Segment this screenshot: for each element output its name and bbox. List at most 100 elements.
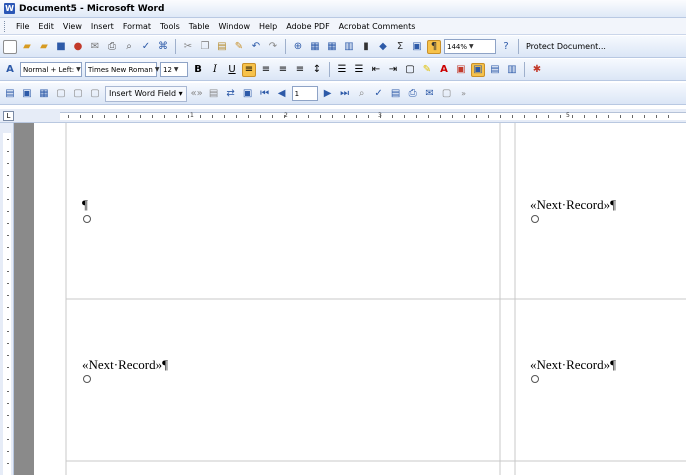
paste-icon[interactable]: ▤ [215,40,229,54]
border-icon[interactable]: ▢ [403,63,417,77]
next-record-icon[interactable]: ▶ [321,87,335,101]
highlight-icon[interactable]: ✎ [420,63,434,77]
menu-grip[interactable] [4,20,7,32]
document-map-icon[interactable]: ▣ [410,40,424,54]
menu-file[interactable]: File [16,22,29,31]
record-number-input[interactable]: 1 [291,86,318,101]
align-right-icon[interactable]: ≡ [276,63,290,77]
insert-table-icon[interactable]: ▦ [325,40,339,54]
check-errors-icon[interactable]: ✓ [372,87,386,101]
protect-document-button[interactable]: Protect Document... [524,42,608,51]
insert-merge-fields-icon[interactable]: ▢ [88,87,102,101]
menu-tools[interactable]: Tools [160,22,180,31]
line-spacing-icon[interactable]: ↕ [310,63,324,77]
tables-borders-icon[interactable]: ▦ [308,40,322,54]
redo-icon[interactable]: ↷ [266,40,280,54]
align-center-icon[interactable]: ≡ [259,63,273,77]
ruler-band: 1 2 3 5 [60,112,686,120]
label-cell[interactable]: ¶ [82,197,91,223]
layout-icon[interactable]: ▣ [471,62,485,77]
copy-icon[interactable]: ❐ [198,40,212,54]
merge-to-printer-icon[interactable]: ⎙ [406,87,420,101]
menu-insert[interactable]: Insert [91,22,114,31]
outline-icon[interactable]: ▤ [488,63,502,77]
insert-word-field-button[interactable]: Insert Word Field ▾ [105,85,187,102]
open-data-source-icon[interactable]: ▣ [20,87,34,101]
word-app-icon[interactable]: W [4,3,15,14]
web-layout-icon[interactable]: ▥ [505,63,519,77]
insert-greeting-icon[interactable]: ▢ [71,87,85,101]
menu-table[interactable]: Table [189,22,210,31]
justify-icon[interactable]: ≡ [293,63,307,77]
font-color-icon[interactable]: A [437,63,451,77]
numbering-icon[interactable]: ☰ [335,63,349,77]
style-dropdown[interactable]: Normal + Left: ▼ [20,62,82,77]
previous-record-icon[interactable]: ◀ [275,87,289,101]
menu-format[interactable]: Format [123,22,151,31]
window-title: Document5 - Microsoft Word [19,3,165,14]
horizontal-ruler[interactable]: L 1 2 3 5 [0,109,686,123]
underline-icon[interactable]: U [225,63,239,77]
format-painter-icon[interactable]: ✎ [232,40,246,54]
menu-adobe-pdf[interactable]: Adobe PDF [286,22,329,31]
recipients-icon[interactable]: ▦ [37,87,51,101]
reading-layout-icon[interactable]: ▣ [454,63,468,77]
open-recent-icon[interactable]: ▰ [37,40,51,54]
ruler-tick [128,115,129,118]
match-fields-icon[interactable]: ⇄ [224,87,238,101]
vertical-ruler[interactable] [0,123,14,475]
menu-view[interactable]: View [63,22,82,31]
bullets-icon[interactable]: ☰ [352,63,366,77]
toolbar-options-icon[interactable]: » [457,87,471,101]
email-icon[interactable]: ✉ [88,40,102,54]
undo-icon[interactable]: ↶ [249,40,263,54]
insert-excel-icon[interactable]: ▥ [342,40,356,54]
cut-icon[interactable]: ✂ [181,40,195,54]
pdf-icon[interactable]: ✱ [530,63,544,77]
label-cell[interactable]: «Next·Record»¶ [82,357,168,383]
view-merged-data-icon[interactable]: «» [190,87,204,101]
autosum-icon[interactable]: Σ [393,40,407,54]
hyperlink-icon[interactable]: ⊕ [291,40,305,54]
menu-edit[interactable]: Edit [38,22,54,31]
merge-to-document-icon[interactable]: ▤ [389,87,403,101]
decrease-indent-icon[interactable]: ⇤ [369,63,383,77]
menu-help[interactable]: Help [259,22,277,31]
menu-window[interactable]: Window [218,22,250,31]
first-record-icon[interactable]: ⏮ [258,87,272,101]
tab-selector[interactable]: L [3,111,14,121]
insert-address-block-icon[interactable]: ▢ [54,87,68,101]
open-folder-icon[interactable]: ▰ [20,40,34,54]
new-document-icon[interactable] [3,39,17,54]
font-dropdown[interactable]: Times New Roman ▼ [85,62,160,77]
columns-icon[interactable]: ▮ [359,40,373,54]
label-cell[interactable]: «Next·Record»¶ [530,357,616,383]
permission-icon[interactable]: ● [71,40,85,54]
print-preview-icon[interactable]: ⌕ [122,40,136,54]
styles-formatting-icon[interactable]: A [3,63,17,77]
ruler-tick [188,115,189,118]
increase-indent-icon[interactable]: ⇥ [386,63,400,77]
drawing-icon[interactable]: ◆ [376,40,390,54]
bold-icon[interactable]: B [191,63,205,77]
last-record-icon[interactable]: ⏭ [338,87,352,101]
propagate-labels-icon[interactable]: ▣ [241,87,255,101]
highlight-fields-icon[interactable]: ▤ [207,87,221,101]
spelling-icon[interactable]: ✓ [139,40,153,54]
help-icon[interactable]: ? [499,40,513,54]
show-hide-icon[interactable]: ¶ [427,39,441,54]
save-icon[interactable]: ■ [54,40,68,54]
find-entry-icon[interactable]: ⌕ [355,87,369,101]
print-icon[interactable]: ⎙ [105,40,119,54]
zoom-dropdown[interactable]: 144% ▼ [444,39,496,54]
main-document-setup-icon[interactable]: ▤ [3,87,17,101]
font-size-dropdown[interactable]: 12 ▼ [160,62,188,77]
italic-icon[interactable]: I [208,63,222,77]
menu-acrobat-comments[interactable]: Acrobat Comments [339,22,416,31]
research-icon[interactable]: ⌘ [156,40,170,54]
label-cell[interactable]: «Next·Record»¶ [530,197,616,223]
merge-to-fax-icon[interactable]: ▢ [440,87,454,101]
document-page[interactable]: ¶ «Next·Record»¶ «Next·Record»¶ «Next·Re… [34,123,686,475]
align-left-icon[interactable]: ≡ [242,62,256,77]
merge-to-email-icon[interactable]: ✉ [423,87,437,101]
